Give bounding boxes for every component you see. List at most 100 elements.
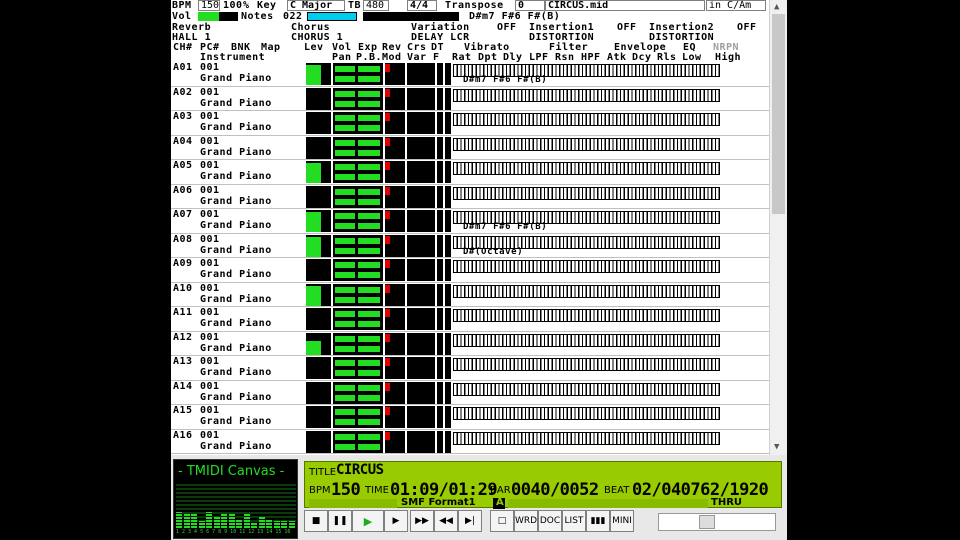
channel-row[interactable]: A15 001 Grand Piano — [171, 405, 769, 430]
stop-button[interactable]: ■ — [304, 510, 328, 532]
channel-row[interactable]: A01 001 Grand Piano D#m7 F#6 F#(B) — [171, 62, 769, 87]
level-meter-fill — [306, 163, 321, 183]
vol-exp-bar — [335, 237, 355, 244]
bars-icon: ▮▮▮ — [590, 516, 606, 526]
doc-button[interactable]: DOC — [538, 510, 562, 532]
channel-row[interactable]: A11 001 Grand Piano — [171, 307, 769, 332]
channel-row[interactable]: A03 001 Grand Piano — [171, 111, 769, 136]
vol-exp-bar — [358, 370, 380, 376]
channel-row[interactable]: A02 001 Grand Piano — [171, 87, 769, 111]
wrd-button[interactable]: WRD — [514, 510, 538, 532]
keyboard-display — [453, 88, 720, 102]
vol-exp-bar — [358, 311, 380, 317]
vol-exp-bar — [358, 213, 380, 219]
program-number: 001 — [200, 184, 220, 196]
instrument-name: Grand Piano — [200, 146, 272, 158]
seek-slider[interactable] — [658, 513, 776, 531]
level-meter-fill — [306, 65, 321, 85]
fast-forward-button[interactable]: ▶▶ — [410, 510, 434, 532]
channel-row[interactable]: A08 001 Grand Piano D#(Octave) — [171, 234, 769, 258]
canvas-channel-bar — [221, 514, 227, 528]
channel-number: A10 — [173, 282, 193, 294]
canvas-channel-bar — [288, 521, 295, 528]
channel-row[interactable]: A16 001 Grand Piano — [171, 430, 769, 454]
channel-row[interactable]: A13 001 Grand Piano — [171, 356, 769, 381]
play-button[interactable]: ▶ — [352, 510, 384, 532]
scroll-down-icon[interactable]: ▼ — [774, 442, 779, 452]
step-forward-button[interactable]: ▶ — [384, 510, 408, 532]
transpose-value: 0 — [515, 0, 545, 11]
channel-row[interactable]: A04 001 Grand Piano — [171, 136, 769, 160]
lcd-dim-indicators-2 — [508, 499, 708, 508]
lcd-display: TITLE CIRCUS BPM 150 TIME 01:09/01:29 BA… — [304, 461, 782, 509]
channel-row[interactable]: A14 001 Grand Piano — [171, 381, 769, 405]
mod-indicator — [385, 260, 390, 268]
crs-var-meter — [407, 332, 435, 355]
vol-exp-bar — [358, 139, 380, 146]
scroll-up-icon[interactable]: ▲ — [774, 2, 779, 12]
previous-icon: ◀◀ — [439, 516, 453, 526]
channel-row[interactable]: A10 001 Grand Piano — [171, 282, 769, 307]
tracer-button[interactable]: ▮▮▮ — [586, 510, 610, 532]
f-meter — [445, 357, 451, 379]
lcd-bpm-value: 150 — [331, 480, 361, 500]
crs-var-meter — [407, 406, 435, 428]
previous-button[interactable]: ◀◀ — [434, 510, 458, 532]
vol-exp-bar — [335, 139, 355, 146]
mod-indicator — [385, 284, 390, 293]
vol-exp-bar — [358, 433, 380, 440]
fast-forward-icon: ▶▶ — [415, 516, 429, 526]
keyboard-display — [453, 358, 720, 371]
key-value: C Major — [287, 0, 345, 11]
channel-row[interactable]: A12 001 Grand Piano — [171, 332, 769, 356]
f-meter — [445, 210, 451, 232]
canvas-channel-numbers: 1 2 3 4 5 6 7 8 9 10 11 12 13 14 15 16 — [176, 529, 291, 535]
canvas-channel-bar — [206, 511, 212, 528]
crs-var-meter — [407, 234, 435, 257]
vol-exp-bar — [358, 394, 380, 401]
crs-var-meter — [407, 87, 435, 110]
vol-exp-bar — [335, 394, 355, 401]
file-name: CIRCUS.mid — [545, 0, 705, 11]
vol-exp-bar — [335, 115, 355, 121]
level-meter — [306, 308, 331, 330]
vol-exp-bar — [358, 272, 380, 278]
channel-number: A11 — [173, 307, 193, 318]
channel-row[interactable]: A09 001 Grand Piano — [171, 258, 769, 283]
keyboard-display — [453, 382, 720, 396]
level-meter — [306, 161, 331, 183]
pause-button[interactable]: ❚❚ — [328, 510, 352, 532]
next-button[interactable]: ▶| — [458, 510, 482, 532]
channel-row[interactable]: A06 001 Grand Piano — [171, 184, 769, 209]
vol-exp-bar — [358, 345, 380, 352]
vol-exp-bar — [358, 66, 380, 72]
keyboard-display — [453, 137, 720, 151]
instrument-name: Grand Piano — [200, 440, 272, 452]
scrollbar-thumb[interactable] — [772, 14, 785, 214]
vol-exp-bar — [335, 384, 355, 391]
f-meter — [445, 283, 451, 306]
lcd-bar-label: BAR — [490, 485, 511, 496]
crs-var-meter — [407, 185, 435, 208]
seek-slider-thumb[interactable] — [699, 515, 715, 529]
list-button[interactable]: LIST — [562, 510, 586, 532]
keyboard-display — [453, 162, 720, 175]
mini-button[interactable]: MINI — [610, 510, 634, 532]
level-meter — [306, 210, 331, 232]
vol-exp-bar — [358, 76, 380, 82]
dt-meter — [437, 112, 443, 134]
channel-row[interactable]: A05 001 Grand Piano — [171, 160, 769, 185]
vol-exp-bar — [335, 149, 355, 156]
window-button[interactable]: □ — [490, 510, 514, 532]
level-meter — [306, 112, 331, 134]
percent-sign: % — [243, 0, 250, 11]
channel-number: A03 — [173, 111, 193, 122]
vol-exp-bar — [358, 188, 380, 195]
vertical-scrollbar[interactable]: ▲ ▼ — [769, 0, 787, 455]
vol-exp-bar — [335, 272, 355, 278]
channel-row[interactable]: A07 001 Grand Piano D#m7 F#6 F#(B) — [171, 209, 769, 234]
transport-bar: ■ ❚❚ ▶ ▶ ▶▶ ◀◀ ▶| □ WRD DOC LIST ▮▮▮ MIN… — [304, 510, 782, 534]
crs-var-meter — [407, 210, 435, 232]
vol-exp-bar — [335, 76, 355, 82]
crs-var-meter — [407, 63, 435, 85]
